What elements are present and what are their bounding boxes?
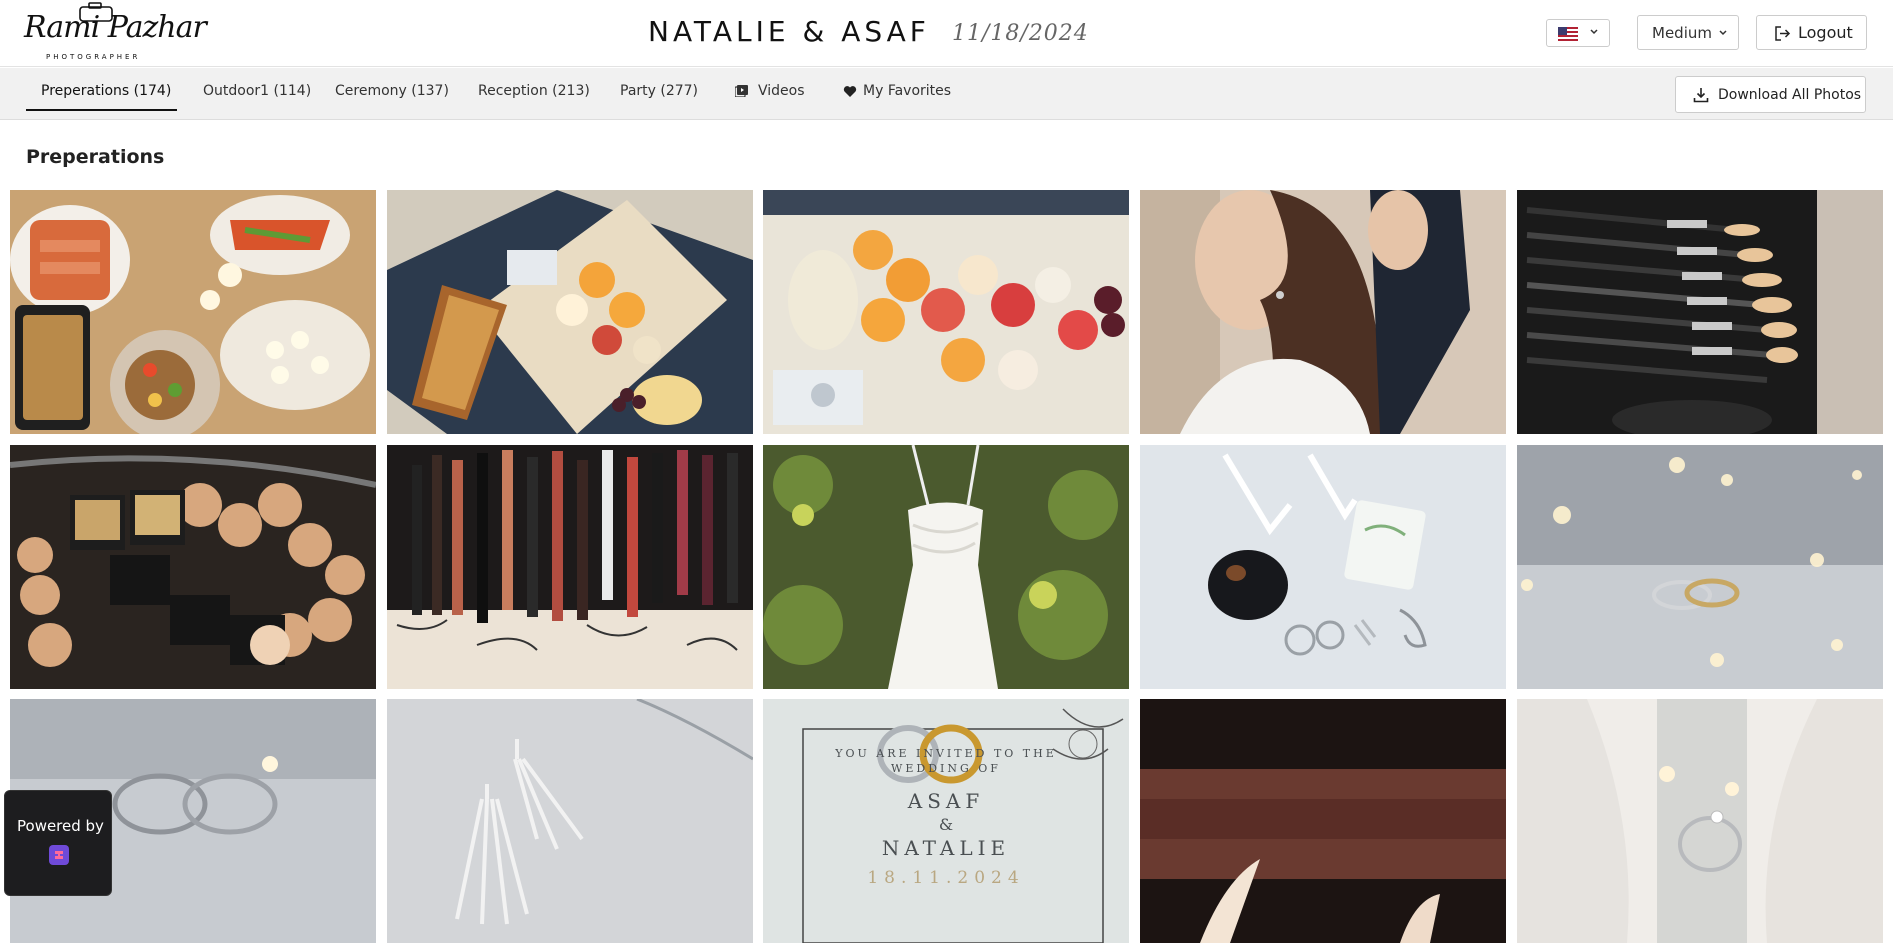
tab-my-favorites-label: My Favorites [863, 83, 952, 99]
photo-lip-pencils[interactable] [387, 445, 753, 689]
tab-preperations[interactable]: Preperations (174) [41, 83, 171, 99]
photographer-logo[interactable]: Rami Pazhar PHOTOGRAPHER [22, 2, 207, 64]
tab-videos[interactable]: Videos [735, 83, 805, 99]
tab-my-favorites[interactable]: My Favorites [843, 83, 951, 99]
invitation-line1: YOU ARE INVITED TO THE [835, 747, 1057, 760]
logo-subtitle: PHOTOGRAPHER [46, 53, 141, 61]
download-icon [1693, 88, 1709, 103]
tab-party[interactable]: Party (277) [620, 83, 698, 99]
tab-videos-label: Videos [758, 83, 805, 99]
logout-button[interactable]: Logout [1756, 15, 1867, 50]
photo-makeup-brushes[interactable] [1517, 190, 1883, 434]
chevron-down-icon [1590, 29, 1598, 35]
photo-sliced-fruit[interactable] [763, 190, 1129, 434]
photo-fruit-board[interactable] [387, 190, 753, 434]
logout-icon [1775, 26, 1791, 41]
photo-food-platters[interactable] [10, 190, 376, 434]
powered-by-label: Powered by [17, 817, 104, 835]
heart-icon [843, 86, 857, 97]
photo-wedding-dress[interactable] [763, 445, 1129, 689]
active-tab-indicator [26, 109, 177, 111]
size-dropdown[interactable]: Medium [1637, 15, 1739, 50]
size-selected: Medium [1652, 24, 1712, 42]
top-header: Rami Pazhar PHOTOGRAPHER NATALIE & ASAF … [0, 0, 1893, 67]
invitation-line2: WEDDING OF [891, 762, 1001, 775]
photo-bride-hair[interactable] [1140, 190, 1506, 434]
powered-by-badge[interactable]: Powered by [4, 790, 112, 896]
language-selector[interactable] [1546, 19, 1610, 47]
invitation-date: 18.11.2024 [867, 868, 1025, 888]
invitation-name1: ASAF [907, 789, 985, 813]
photo-ring-bokeh[interactable] [1517, 445, 1883, 689]
invitation-text: YOU ARE INVITED TO THE WEDDING OF ASAF &… [763, 747, 1129, 888]
photo-blurred-detail[interactable] [1140, 699, 1506, 943]
tab-ceremony[interactable]: Ceremony (137) [335, 83, 449, 99]
category-tabs: Preperations (174) Outdoor1 (114) Ceremo… [0, 68, 1893, 120]
photo-ring-closeup[interactable] [1517, 699, 1883, 943]
logo-script: Rami Pazhar [24, 10, 207, 45]
invitation-name2: NATALIE [881, 836, 1011, 860]
invitation-amp: & [938, 815, 954, 834]
chevron-down-icon [1719, 30, 1727, 36]
event-title: NATALIE & ASAF [648, 15, 930, 48]
photo-cosmetics-bag[interactable] [10, 445, 376, 689]
tab-reception[interactable]: Reception (213) [478, 83, 590, 99]
photo-invitation-rings[interactable]: YOU ARE INVITED TO THE WEDDING OF ASAF &… [763, 699, 1129, 943]
video-icon [735, 85, 748, 97]
event-date: 11/18/2024 [952, 21, 1089, 46]
download-all-button[interactable]: Download All Photos [1675, 76, 1866, 113]
logout-label: Logout [1798, 23, 1853, 42]
photo-shoes-perfume[interactable] [1140, 445, 1506, 689]
photo-earrings[interactable] [387, 699, 753, 943]
tab-outdoor1[interactable]: Outdoor1 (114) [203, 83, 311, 99]
section-title: Preperations [26, 146, 165, 168]
us-flag-icon [1558, 27, 1578, 41]
platform-logo-icon [49, 845, 69, 865]
download-all-label: Download All Photos [1718, 87, 1862, 103]
